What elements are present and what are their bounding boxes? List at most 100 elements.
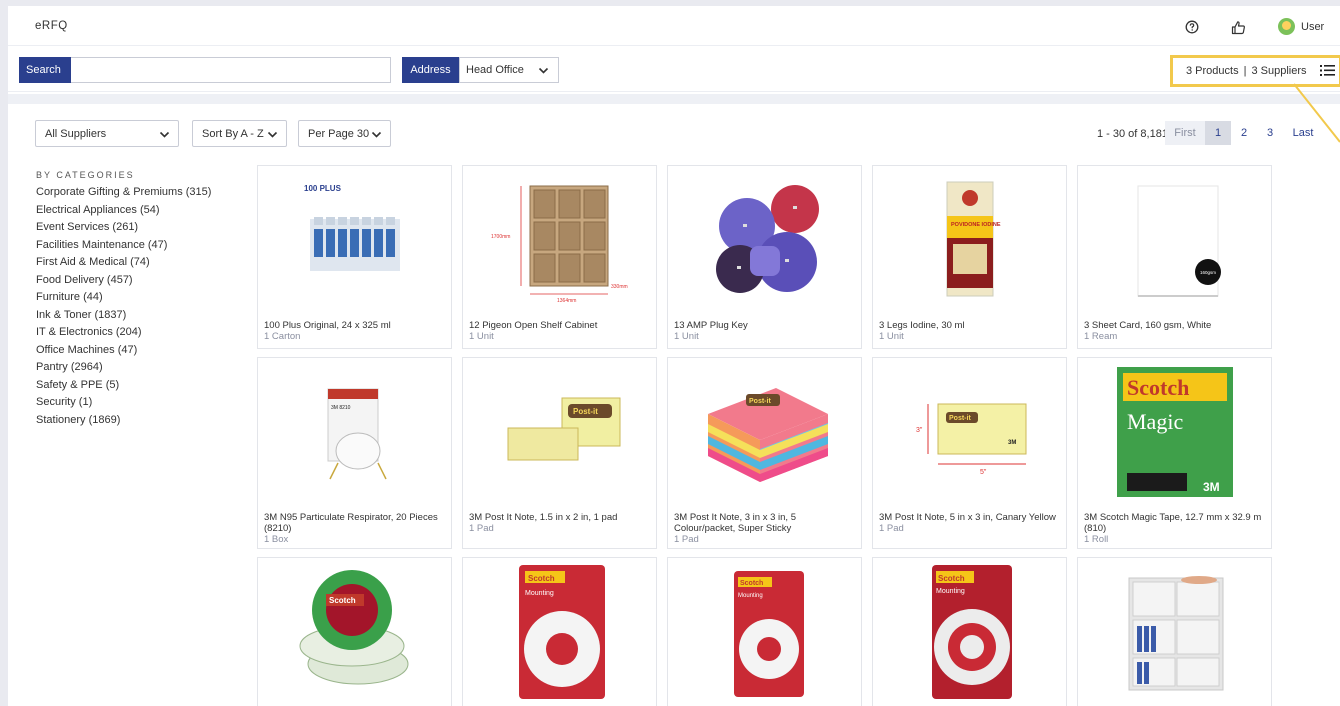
svg-text:5": 5" bbox=[980, 469, 987, 476]
svg-text:3M 8210: 3M 8210 bbox=[331, 405, 351, 411]
page-3[interactable]: 3 bbox=[1257, 121, 1283, 145]
product-unit: 1 Pad bbox=[879, 523, 904, 534]
top-bar: eRFQ User bbox=[8, 6, 1340, 46]
page-first[interactable]: First bbox=[1165, 121, 1205, 145]
svg-text:160gsm: 160gsm bbox=[1200, 270, 1216, 275]
mounting-tape-pack-image: Scotch Mounting bbox=[873, 558, 1066, 704]
product-card[interactable]: Post-it 3M 3" 5" 3M Post It Note, 5 in x… bbox=[872, 357, 1067, 549]
svg-text:100 PLUS: 100 PLUS bbox=[304, 184, 342, 193]
svg-text:Mounting: Mounting bbox=[525, 590, 554, 597]
mounting-tape-roll-image: Scotch bbox=[258, 558, 451, 704]
svg-text:330mm: 330mm bbox=[611, 284, 628, 290]
svg-text:Mounting: Mounting bbox=[738, 593, 763, 599]
mounting-tape-pack-image: Scotch Mounting bbox=[668, 558, 861, 704]
product-card[interactable]: 160gsm 3 Sheet Card, 160 gsm, White 1 Rea… bbox=[1077, 165, 1272, 349]
page-1[interactable]: 1 bbox=[1205, 121, 1231, 145]
svg-text:Scotch: Scotch bbox=[1127, 375, 1189, 400]
svg-text:3M: 3M bbox=[1008, 440, 1016, 446]
search-row: Search Address Head Office 3 Products | … bbox=[8, 46, 1340, 92]
svg-text:1364mm: 1364mm bbox=[557, 298, 576, 304]
chevron-down-icon bbox=[371, 129, 382, 143]
product-card[interactable]: Scotch bbox=[257, 557, 452, 706]
product-card[interactable]: 1700mm 1364mm 330mm 12 Pigeon Open Shelf… bbox=[462, 165, 657, 349]
sort-filter[interactable]: Sort By A - Z bbox=[192, 120, 287, 147]
svg-text:3M: 3M bbox=[1203, 480, 1220, 494]
category-item[interactable]: Electrical Appliances (54) bbox=[36, 202, 211, 220]
product-card[interactable]: Post-it 3M Post It Note, 3 in x 3 in, 5 … bbox=[667, 357, 862, 549]
product-unit: 1 Carton bbox=[264, 331, 301, 342]
product-card[interactable]: Scotch Magic 3M 3M Scotch Magic Tape, 12… bbox=[1077, 357, 1272, 549]
product-card[interactable]: 100 PLUS 100 Plus Original, 24 x 325 ml 1… bbox=[257, 165, 452, 349]
sheet-card-image: 160gsm bbox=[1078, 166, 1271, 312]
category-item[interactable]: First Aid & Medical (74) bbox=[36, 254, 211, 272]
svg-text:Scotch: Scotch bbox=[740, 580, 763, 587]
drink-carton-image: 100 PLUS bbox=[258, 166, 451, 312]
address-value: Head Office bbox=[466, 64, 524, 76]
supplier-filter[interactable]: All Suppliers bbox=[35, 120, 179, 147]
post-it-colour-image: Post-it bbox=[668, 358, 861, 504]
summary-separator: | bbox=[1243, 65, 1247, 77]
product-name: 100 Plus Original, 24 x 325 ml bbox=[264, 320, 391, 331]
svg-text:Post-it: Post-it bbox=[749, 398, 771, 405]
product-name: 3M Post It Note, 5 in x 3 in, Canary Yel… bbox=[879, 512, 1056, 523]
app-title: eRFQ bbox=[35, 20, 68, 32]
product-card[interactable]: POVIDONE IODINE 3 Legs Iodine, 30 ml 1 Un… bbox=[872, 165, 1067, 349]
product-card[interactable]: Scotch Mounting bbox=[462, 557, 657, 706]
svg-text:1700mm: 1700mm bbox=[491, 234, 510, 240]
thumbs-up-icon[interactable] bbox=[1230, 19, 1246, 35]
svg-text:POVIDONE IODINE: POVIDONE IODINE bbox=[951, 222, 1001, 228]
search-button[interactable]: Search bbox=[19, 57, 71, 83]
category-item[interactable]: Pantry (2964) bbox=[36, 359, 211, 377]
category-item[interactable]: Ink & Toner (1837) bbox=[36, 307, 211, 325]
main-content: All Suppliers Sort By A - Z Per Page 30 … bbox=[8, 94, 1340, 706]
category-item[interactable]: Stationery (1869) bbox=[36, 412, 211, 430]
product-card[interactable]: Scotch Mounting bbox=[872, 557, 1067, 706]
user-label: User bbox=[1301, 20, 1325, 33]
product-unit: 1 Unit bbox=[879, 331, 904, 342]
product-card[interactable]: 3M 8210 3M N95 Particulate Respirator, 2… bbox=[257, 357, 452, 549]
suppliers-count: 3 Suppliers bbox=[1251, 65, 1307, 77]
supplier-filter-value: All Suppliers bbox=[45, 127, 107, 140]
category-item[interactable]: IT & Electronics (204) bbox=[36, 324, 211, 342]
category-item[interactable]: Food Delivery (457) bbox=[36, 272, 211, 290]
list-menu-icon[interactable] bbox=[1320, 64, 1335, 80]
product-name: 3M Scotch Magic Tape, 12.7 mm x 32.9 m (… bbox=[1084, 512, 1262, 534]
svg-text:Post-it: Post-it bbox=[949, 415, 971, 422]
app-frame: eRFQ User Search Address Head Office 3 P… bbox=[8, 6, 1340, 706]
annotation-callout-line bbox=[1293, 83, 1340, 143]
avatar bbox=[1278, 18, 1295, 35]
white-cabinet-image bbox=[1078, 558, 1271, 704]
product-unit: 1 Pad bbox=[674, 534, 699, 545]
plug-key-image bbox=[668, 166, 861, 312]
product-name: 3M N95 Particulate Respirator, 20 Pieces… bbox=[264, 512, 438, 534]
page-2[interactable]: 2 bbox=[1231, 121, 1257, 145]
product-unit: 1 Unit bbox=[674, 331, 699, 342]
product-card[interactable]: 13 AMP Plug Key 1 Unit bbox=[667, 165, 862, 349]
results-range: 1 - 30 of 8,181 bbox=[1097, 128, 1168, 140]
user-menu[interactable]: User bbox=[1278, 18, 1324, 35]
category-item[interactable]: Event Services (261) bbox=[36, 219, 211, 237]
product-card[interactable] bbox=[1077, 557, 1272, 706]
respirator-image: 3M 8210 bbox=[258, 358, 451, 504]
category-item[interactable]: Safety & PPE (5) bbox=[36, 377, 211, 395]
category-list: Corporate Gifting & Premiums (315) Elect… bbox=[36, 184, 211, 429]
search-input[interactable] bbox=[71, 57, 391, 83]
category-item[interactable]: Furniture (44) bbox=[36, 289, 211, 307]
category-item[interactable]: Facilities Maintenance (47) bbox=[36, 237, 211, 255]
svg-text:Scotch: Scotch bbox=[528, 574, 555, 583]
product-unit: 1 Ream bbox=[1084, 331, 1118, 342]
post-it-small-image: Post-it bbox=[463, 358, 656, 504]
category-item[interactable]: Office Machines (47) bbox=[36, 342, 211, 360]
svg-text:Post-it: Post-it bbox=[573, 407, 598, 416]
product-card[interactable]: Post-it 3M Post It Note, 1.5 in x 2 in, … bbox=[462, 357, 657, 549]
help-icon[interactable] bbox=[1184, 19, 1200, 35]
category-item[interactable]: Security (1) bbox=[36, 394, 211, 412]
address-select[interactable]: Head Office bbox=[459, 57, 559, 83]
per-page-filter[interactable]: Per Page 30 bbox=[298, 120, 391, 147]
product-card[interactable]: Scotch Mounting bbox=[667, 557, 862, 706]
product-unit: 1 Pad bbox=[469, 523, 494, 534]
svg-text:Scotch: Scotch bbox=[329, 596, 356, 605]
category-item[interactable]: Corporate Gifting & Premiums (315) bbox=[36, 184, 211, 202]
post-it-canary-image: Post-it 3M 3" 5" bbox=[873, 358, 1066, 504]
product-unit: 1 Unit bbox=[469, 331, 494, 342]
